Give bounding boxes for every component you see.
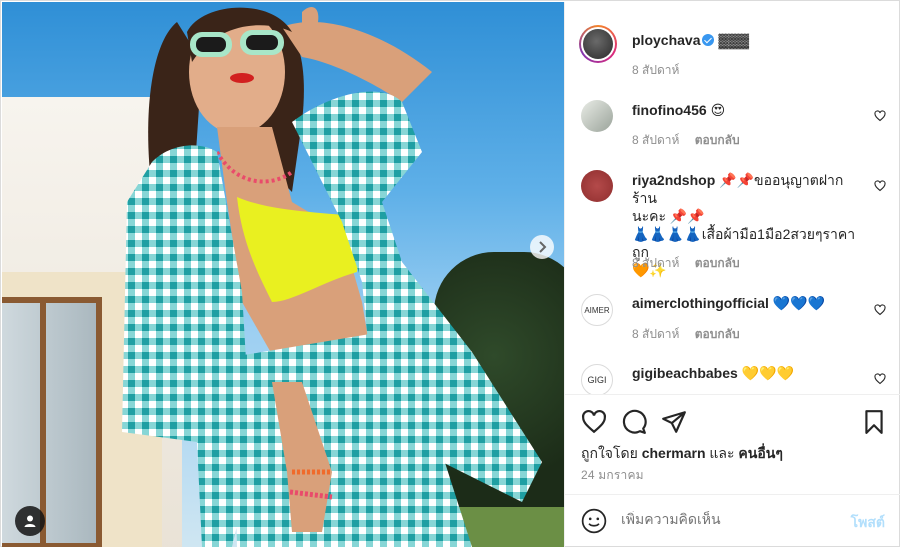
likes-user-link[interactable]: chermarn <box>642 445 706 461</box>
comment-meta: 8 สัปดาห์ ตอบกลับ <box>632 131 752 150</box>
comment-row: AIMER aimerclothingofficial 💙💙💙 8 สัปดาห… <box>581 294 886 344</box>
comment-time[interactable]: 8 สัปดาห์ <box>632 133 679 147</box>
comment-text: gigibeachbabes 💛💛💛 <box>632 364 794 382</box>
caption-body: ▓▓▓ <box>718 32 750 48</box>
commenter-avatar[interactable]: GIGI <box>581 364 613 394</box>
author-username[interactable]: ploychava <box>632 32 700 48</box>
photo-subject <box>122 7 542 547</box>
post-date[interactable]: 24 มกราคม <box>581 466 644 485</box>
heart-icon[interactable] <box>874 180 886 192</box>
post-side-panel: ploychava ▓▓▓ 8 สัปดาห์ finofino456 😍 8 ส… <box>564 2 900 547</box>
post-photo[interactable] <box>2 2 564 547</box>
author-avatar[interactable] <box>579 25 617 63</box>
next-photo-button[interactable] <box>530 235 554 259</box>
caption-row: ploychava ▓▓▓ 8 สัปดาห์ <box>579 25 886 77</box>
comment-icon[interactable] <box>621 409 647 435</box>
comment-time[interactable]: 8 สัปดาห์ <box>632 327 679 341</box>
likes-and: และ <box>709 445 735 461</box>
caption-meta: 8 สัปดาห์ <box>632 61 691 80</box>
likes-summary: ถูกใจโดย chermarn และ คนอื่นๆ <box>581 443 783 465</box>
reply-button[interactable]: ตอบกลับ <box>695 256 740 270</box>
comments-list[interactable]: ploychava ▓▓▓ 8 สัปดาห์ finofino456 😍 8 ส… <box>565 2 900 394</box>
comment-row: riya2ndshop 📌📌ขออนุญาตฝากร้าน นะคะ 📌📌 👗👗… <box>581 170 886 280</box>
heart-icon[interactable] <box>874 373 886 385</box>
chevron-right-icon <box>539 241 547 253</box>
post-comment-button[interactable]: โพสต์ <box>851 512 885 534</box>
comment-body: 😍 <box>710 102 726 118</box>
share-icon[interactable] <box>661 409 687 435</box>
comment-body: 💛💛💛 <box>741 365 794 381</box>
likes-prefix: ถูกใจโดย <box>581 445 638 461</box>
commenter-avatar[interactable] <box>581 170 613 202</box>
post-dialog: ploychava ▓▓▓ 8 สัปดาห์ finofino456 😍 8 ส… <box>0 0 900 547</box>
heart-icon[interactable] <box>581 409 607 435</box>
comment-time[interactable]: 8 สัปดาห์ <box>632 256 679 270</box>
comment-body: 💙💙💙 <box>772 295 826 311</box>
reply-button[interactable]: ตอบกลับ <box>695 327 740 341</box>
bookmark-icon[interactable] <box>861 409 887 435</box>
verified-badge-icon <box>702 34 715 46</box>
commenter-username[interactable]: riya2ndshop <box>632 172 715 188</box>
comment-text: aimerclothingofficial 💙💙💙 <box>632 294 825 312</box>
commenter-username[interactable]: aimerclothingofficial <box>632 295 769 311</box>
comment-row: finofino456 😍 8 สัปดาห์ ตอบกลับ <box>581 100 886 150</box>
heart-icon[interactable] <box>874 110 886 122</box>
comment-text: finofino456 😍 <box>632 101 725 119</box>
comment-row: GIGI gigibeachbabes 💛💛💛 <box>581 362 886 394</box>
user-tag-icon <box>24 515 36 527</box>
add-comment-bar: โพสต์ <box>565 494 900 547</box>
caption-text: ploychava ▓▓▓ <box>632 31 749 49</box>
commenter-username[interactable]: gigibeachbabes <box>632 365 738 381</box>
reply-button[interactable]: ตอบกลับ <box>695 133 740 147</box>
tagged-users-button[interactable] <box>15 506 45 536</box>
comment-meta: 8 สัปดาห์ ตอบกลับ <box>632 325 752 344</box>
heart-icon[interactable] <box>874 304 886 316</box>
emoji-icon[interactable] <box>581 508 607 534</box>
caption-time[interactable]: 8 สัปดาห์ <box>632 63 679 77</box>
commenter-username[interactable]: finofino456 <box>632 102 707 118</box>
post-actions: ถูกใจโดย chermarn และ คนอื่นๆ 24 มกราคม <box>565 394 900 494</box>
comment-input[interactable] <box>621 511 831 527</box>
comment-body-line2: นะคะ 📌📌 <box>632 208 705 224</box>
comment-meta: 8 สัปดาห์ ตอบกลับ <box>632 254 752 273</box>
commenter-avatar[interactable]: AIMER <box>581 294 613 326</box>
commenter-avatar[interactable] <box>581 100 613 132</box>
likes-others-link[interactable]: คนอื่นๆ <box>738 445 782 461</box>
